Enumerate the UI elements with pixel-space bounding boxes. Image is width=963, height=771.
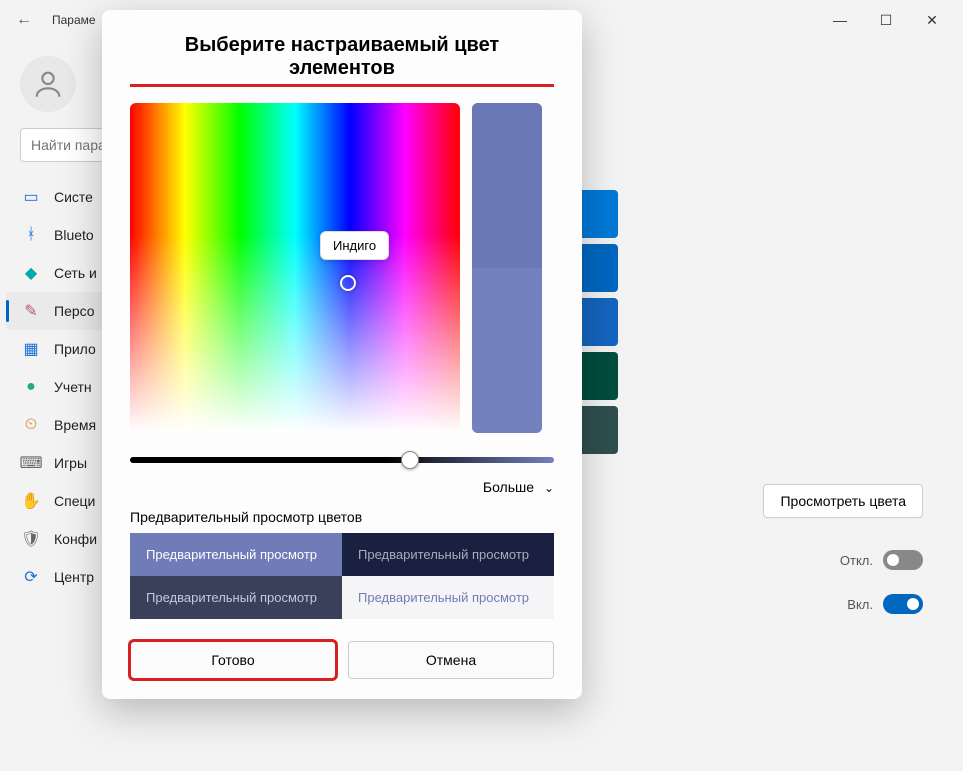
dialog-buttons: Готово Отмена	[130, 641, 554, 679]
preview-grid: Предварительный просмотр Предварительный…	[130, 533, 554, 619]
more-label: Больше	[483, 479, 534, 495]
title-underline-annotation	[130, 84, 554, 87]
cancel-button[interactable]: Отмена	[348, 641, 554, 679]
preview-cell-dark-muted: Предварительный просмотр	[130, 576, 342, 619]
color-picker-dialog: Выберите настраиваемый цвет элементов Ин…	[102, 10, 582, 699]
picker-row: Индиго	[130, 103, 554, 433]
chevron-down-icon: ⌄	[544, 481, 554, 495]
preview-section-label: Предварительный просмотр цветов	[130, 509, 554, 525]
spectrum-cursor[interactable]	[340, 275, 356, 291]
color-spectrum[interactable]: Индиго	[130, 103, 460, 433]
value-slider[interactable]	[130, 457, 554, 463]
color-name-tooltip: Индиго	[320, 231, 389, 260]
slider-thumb[interactable]	[401, 451, 419, 469]
preview-cell-light-selected: Предварительный просмотр	[130, 533, 342, 576]
more-expander[interactable]: Больше ⌄	[130, 473, 554, 509]
dialog-title: Выберите настраиваемый цвет элементов	[130, 34, 554, 80]
color-preview-bar[interactable]	[472, 103, 542, 433]
done-button[interactable]: Готово	[130, 641, 336, 679]
preview-cell-light: Предварительный просмотр	[342, 576, 554, 619]
dialog-overlay: Выберите настраиваемый цвет элементов Ин…	[0, 0, 963, 771]
preview-cell-dark: Предварительный просмотр	[342, 533, 554, 576]
